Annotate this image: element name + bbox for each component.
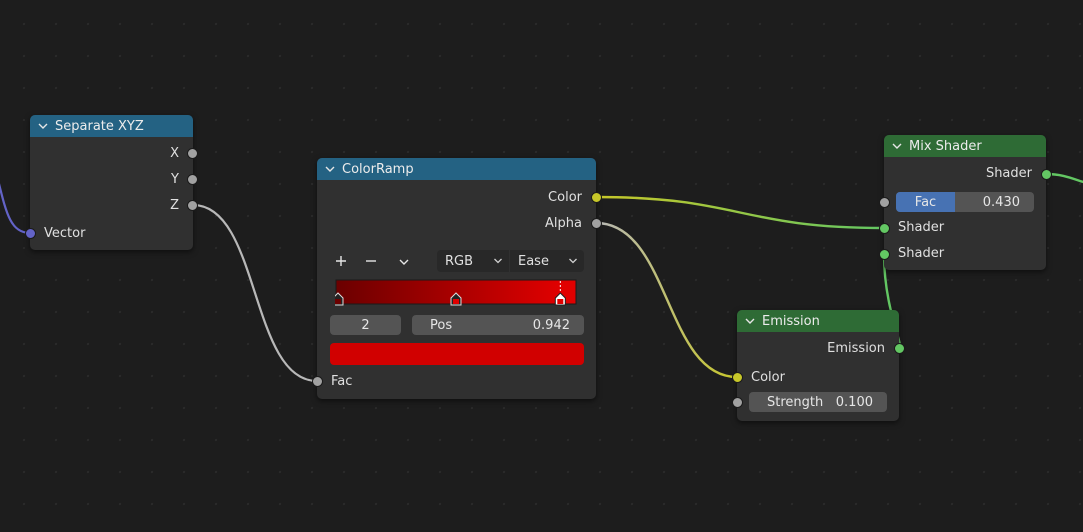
- socket-label: Alpha: [545, 215, 582, 231]
- strength-label: Strength: [767, 394, 824, 410]
- socket-emission-strength[interactable]: [732, 397, 743, 408]
- socket-mix-shader-2[interactable]: [879, 249, 890, 260]
- interpolation-value: Ease: [518, 253, 549, 269]
- socket-label: Emission: [827, 340, 885, 356]
- node-color-ramp[interactable]: ColorRamp Color Alpha RGB Ease 2 Pos 0.9…: [317, 158, 596, 399]
- socket-z[interactable]: [187, 200, 198, 211]
- output-z: Z: [30, 195, 193, 215]
- ramp-stop-color: [557, 299, 564, 304]
- ramp-stop-color: [453, 299, 459, 304]
- output-shader: Shader: [884, 163, 1046, 183]
- socket-ramp-color[interactable]: [591, 192, 602, 203]
- ramp-menu-button[interactable]: [393, 251, 415, 273]
- node-header[interactable]: Separate XYZ: [30, 115, 193, 137]
- output-color: Color: [317, 187, 596, 207]
- socket-ramp-fac[interactable]: [312, 376, 323, 387]
- socket-vector[interactable]: [25, 228, 36, 239]
- node-header[interactable]: Mix Shader: [884, 135, 1046, 157]
- socket-emission-color[interactable]: [732, 372, 743, 383]
- stop-color-swatch[interactable]: [330, 343, 584, 365]
- socket-emission-output[interactable]: [894, 343, 905, 354]
- chevron-down-icon[interactable]: [891, 140, 903, 152]
- input-color: Color: [737, 367, 899, 387]
- output-y: Y: [30, 169, 193, 189]
- pos-value: 0.942: [532, 317, 570, 333]
- node-mix-shader[interactable]: Mix Shader Shader Fac 0.430 Shader Shade…: [884, 135, 1046, 270]
- output-emission: Emission: [737, 338, 899, 358]
- socket-ramp-alpha[interactable]: [591, 218, 602, 229]
- socket-mix-output[interactable]: [1041, 169, 1052, 180]
- pos-label: Pos: [430, 317, 453, 333]
- chevron-down-icon: [569, 258, 577, 264]
- socket-label: Y: [171, 171, 179, 187]
- chevron-down-icon: [494, 258, 502, 264]
- socket-label: Z: [170, 197, 179, 213]
- node-header[interactable]: Emission: [737, 310, 899, 332]
- socket-label: Shader: [898, 219, 945, 235]
- node-separate-xyz[interactable]: Separate XYZ X Y Z Vector: [30, 115, 193, 250]
- node-title: Emission: [762, 313, 820, 329]
- socket-label: Color: [548, 189, 582, 205]
- socket-mix-shader-1[interactable]: [879, 223, 890, 234]
- fac-slider[interactable]: Fac 0.430: [896, 192, 1034, 212]
- fac-value: 0.430: [982, 194, 1020, 210]
- node-header[interactable]: ColorRamp: [317, 158, 596, 180]
- active-stop-index-field[interactable]: 2: [330, 315, 401, 335]
- remove-stop-button[interactable]: [360, 250, 382, 272]
- node-emission[interactable]: Emission Emission Color Strength 0.100: [737, 310, 899, 421]
- socket-x[interactable]: [187, 148, 198, 159]
- chevron-down-icon[interactable]: [744, 315, 756, 327]
- stop-position-field[interactable]: Pos 0.942: [412, 315, 584, 335]
- socket-mix-fac[interactable]: [879, 197, 890, 208]
- socket-label: Color: [751, 369, 785, 385]
- output-x: X: [30, 143, 193, 163]
- interpolation-select[interactable]: Ease: [510, 250, 584, 272]
- input-shader-1: Shader: [884, 217, 1046, 237]
- active-stop-index: 2: [361, 317, 370, 333]
- link-alpha-to-emission-color[interactable]: [595, 221, 738, 379]
- add-stop-button[interactable]: [330, 250, 352, 272]
- chevron-down-icon: [399, 259, 409, 265]
- node-title: Separate XYZ: [55, 118, 144, 134]
- socket-label: X: [170, 145, 179, 161]
- fac-label: Fac: [914, 194, 937, 210]
- color-mode-value: RGB: [445, 253, 474, 269]
- link-vector-to-separate[interactable]: [0, 150, 31, 235]
- node-title: ColorRamp: [342, 161, 414, 177]
- input-fac: Fac: [317, 371, 596, 391]
- strength-field[interactable]: Strength 0.100: [749, 392, 887, 412]
- plus-icon: [336, 256, 346, 266]
- color-mode-select[interactable]: RGB: [437, 250, 509, 272]
- strength-value: 0.100: [835, 394, 873, 410]
- color-ramp-widget[interactable]: [335, 279, 577, 307]
- node-title: Mix Shader: [909, 138, 982, 154]
- input-shader-2: Shader: [884, 243, 1046, 263]
- socket-label: Vector: [44, 225, 86, 241]
- chevron-down-icon[interactable]: [324, 163, 336, 175]
- output-alpha: Alpha: [317, 213, 596, 233]
- socket-label: Shader: [898, 245, 945, 261]
- socket-y[interactable]: [187, 174, 198, 185]
- link-color-to-shader[interactable]: [595, 195, 885, 230]
- chevron-down-icon[interactable]: [37, 120, 49, 132]
- socket-label: Fac: [331, 373, 353, 389]
- minus-icon: [366, 260, 376, 262]
- input-vector: Vector: [30, 223, 193, 243]
- ramp-stop-color: [335, 299, 341, 304]
- socket-label: Shader: [985, 165, 1032, 181]
- link-z-to-fac[interactable]: [192, 203, 318, 383]
